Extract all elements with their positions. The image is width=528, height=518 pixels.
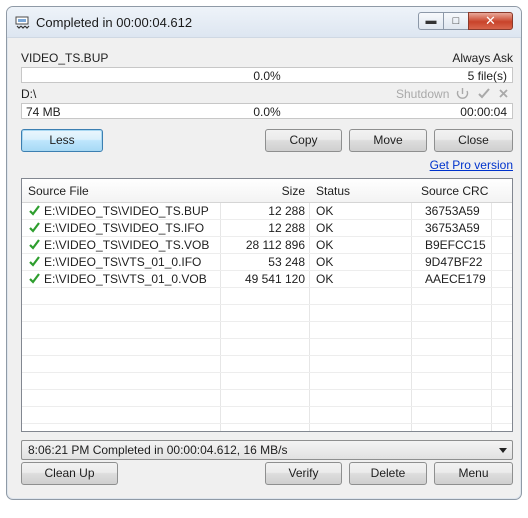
cancel-icon[interactable] xyxy=(498,88,509,99)
cell-source-crc: 36753A59 xyxy=(425,204,480,218)
title-bar[interactable]: Completed in 00:00:04.612 ▬ □ ✕ xyxy=(7,7,521,38)
close-window-button[interactable]: ✕ xyxy=(468,12,513,30)
column-status[interactable]: Status xyxy=(316,184,350,198)
column-source-file[interactable]: Source File xyxy=(28,184,89,198)
cell-source-file: E:\VIDEO_TS\VIDEO_TS.BUP xyxy=(44,204,209,218)
cell-source-crc: 36753A59 xyxy=(425,221,480,235)
app-icon xyxy=(15,16,30,29)
cell-source-crc: 9D47BF22 xyxy=(425,255,483,269)
shutdown-icon[interactable] xyxy=(455,86,470,101)
window-title: Completed in 00:00:04.612 xyxy=(36,15,193,30)
log-dropdown[interactable]: 8:06:21 PM Completed in 00:00:04.612, 16… xyxy=(21,440,513,460)
cell-status: OK xyxy=(316,204,334,218)
cell-source-file: E:\VIDEO_TS\VTS_01_0.VOB xyxy=(44,272,207,286)
cell-source-file: E:\VIDEO_TS\VIDEO_TS.IFO xyxy=(44,221,205,235)
check-icon xyxy=(29,205,40,216)
cell-size: 12 288 xyxy=(268,204,305,218)
minimize-icon: ▬ xyxy=(425,15,437,27)
source-name: VIDEO_TS.BUP xyxy=(21,51,109,65)
check-icon xyxy=(29,256,40,267)
shutdown-label[interactable]: Shutdown xyxy=(396,87,449,101)
close-button[interactable]: Close xyxy=(434,129,513,152)
menu-button[interactable]: Menu xyxy=(434,462,513,485)
cell-status: OK xyxy=(316,255,334,269)
check-icon xyxy=(29,239,40,250)
close-icon: ✕ xyxy=(485,13,496,28)
move-button[interactable]: Move xyxy=(349,129,427,152)
overwrite-mode[interactable]: Always Ask xyxy=(452,51,513,65)
table-row[interactable]: E:\VIDEO_TS\VTS_01_0.VOB 49 541 120 OK AAEC… xyxy=(22,271,512,288)
cell-size: 49 541 120 xyxy=(244,272,305,286)
destination-name: D:\ xyxy=(21,87,37,101)
table-row[interactable]: E:\VIDEO_TS\VTS_01_0.IFO 53 248 OK 9D47BF22 xyxy=(22,254,512,271)
copy-button[interactable]: Copy xyxy=(265,129,342,152)
table-row[interactable]: E:\VIDEO_TS\VIDEO_TS.BUP 12 288 OK 36753A59 xyxy=(22,203,512,220)
cell-source-file: E:\VIDEO_TS\VIDEO_TS.VOB xyxy=(44,238,210,252)
cell-status: OK xyxy=(316,221,334,235)
cell-source-file: E:\VIDEO_TS\VTS_01_0.IFO xyxy=(44,255,202,269)
cell-status: OK xyxy=(316,272,334,286)
verify-button[interactable]: Verify xyxy=(265,462,342,485)
dropdown-arrow-icon xyxy=(499,448,507,453)
column-source-crc[interactable]: Source CRC xyxy=(421,184,488,198)
file-count: 5 file(s) xyxy=(467,69,507,83)
delete-button[interactable]: Delete xyxy=(349,462,427,485)
maximize-button[interactable]: □ xyxy=(443,12,469,30)
cell-status: OK xyxy=(316,238,334,252)
total-progress-bar: 0.0% 5 file(s) xyxy=(21,67,513,83)
check-icon xyxy=(29,273,40,284)
get-pro-link[interactable]: Get Pro version xyxy=(430,158,513,172)
table-row[interactable]: E:\VIDEO_TS\VIDEO_TS.IFO 12 288 OK 36753A59 xyxy=(22,220,512,237)
elapsed-time: 00:00:04 xyxy=(460,105,507,119)
column-size[interactable]: Size xyxy=(282,184,305,198)
less-button[interactable]: Less xyxy=(21,129,103,152)
cell-size: 28 112 896 xyxy=(245,238,305,252)
table-row[interactable]: E:\VIDEO_TS\VIDEO_TS.VOB 28 112 896 OK B9EF… xyxy=(22,237,512,254)
minimize-button[interactable]: ▬ xyxy=(418,12,444,30)
checkmark-icon[interactable] xyxy=(477,87,491,100)
cell-size: 12 288 xyxy=(268,221,305,235)
file-progress-text: 0.0% xyxy=(253,105,281,119)
cell-source-crc: AAECE179 xyxy=(425,272,486,286)
cell-size: 53 248 xyxy=(268,255,305,269)
teracopy-window: Completed in 00:00:04.612 ▬ □ ✕ VIDEO_TS… xyxy=(6,6,522,500)
file-list-header: Source File Size Status Source CRC xyxy=(22,179,512,203)
clean-up-button[interactable]: Clean Up xyxy=(21,462,118,485)
log-selected: 8:06:21 PM Completed in 00:00:04.612, 16… xyxy=(28,443,288,457)
maximize-icon: □ xyxy=(452,15,460,27)
file-list[interactable]: Source File Size Status Source CRC E:\VI… xyxy=(21,178,513,432)
total-progress-text: 0.0% xyxy=(253,69,281,83)
file-progress-bar: 74 MB 0.0% 00:00:04 xyxy=(21,103,513,119)
cell-source-crc: B9EFCC15 xyxy=(425,238,486,252)
check-icon xyxy=(29,222,40,233)
